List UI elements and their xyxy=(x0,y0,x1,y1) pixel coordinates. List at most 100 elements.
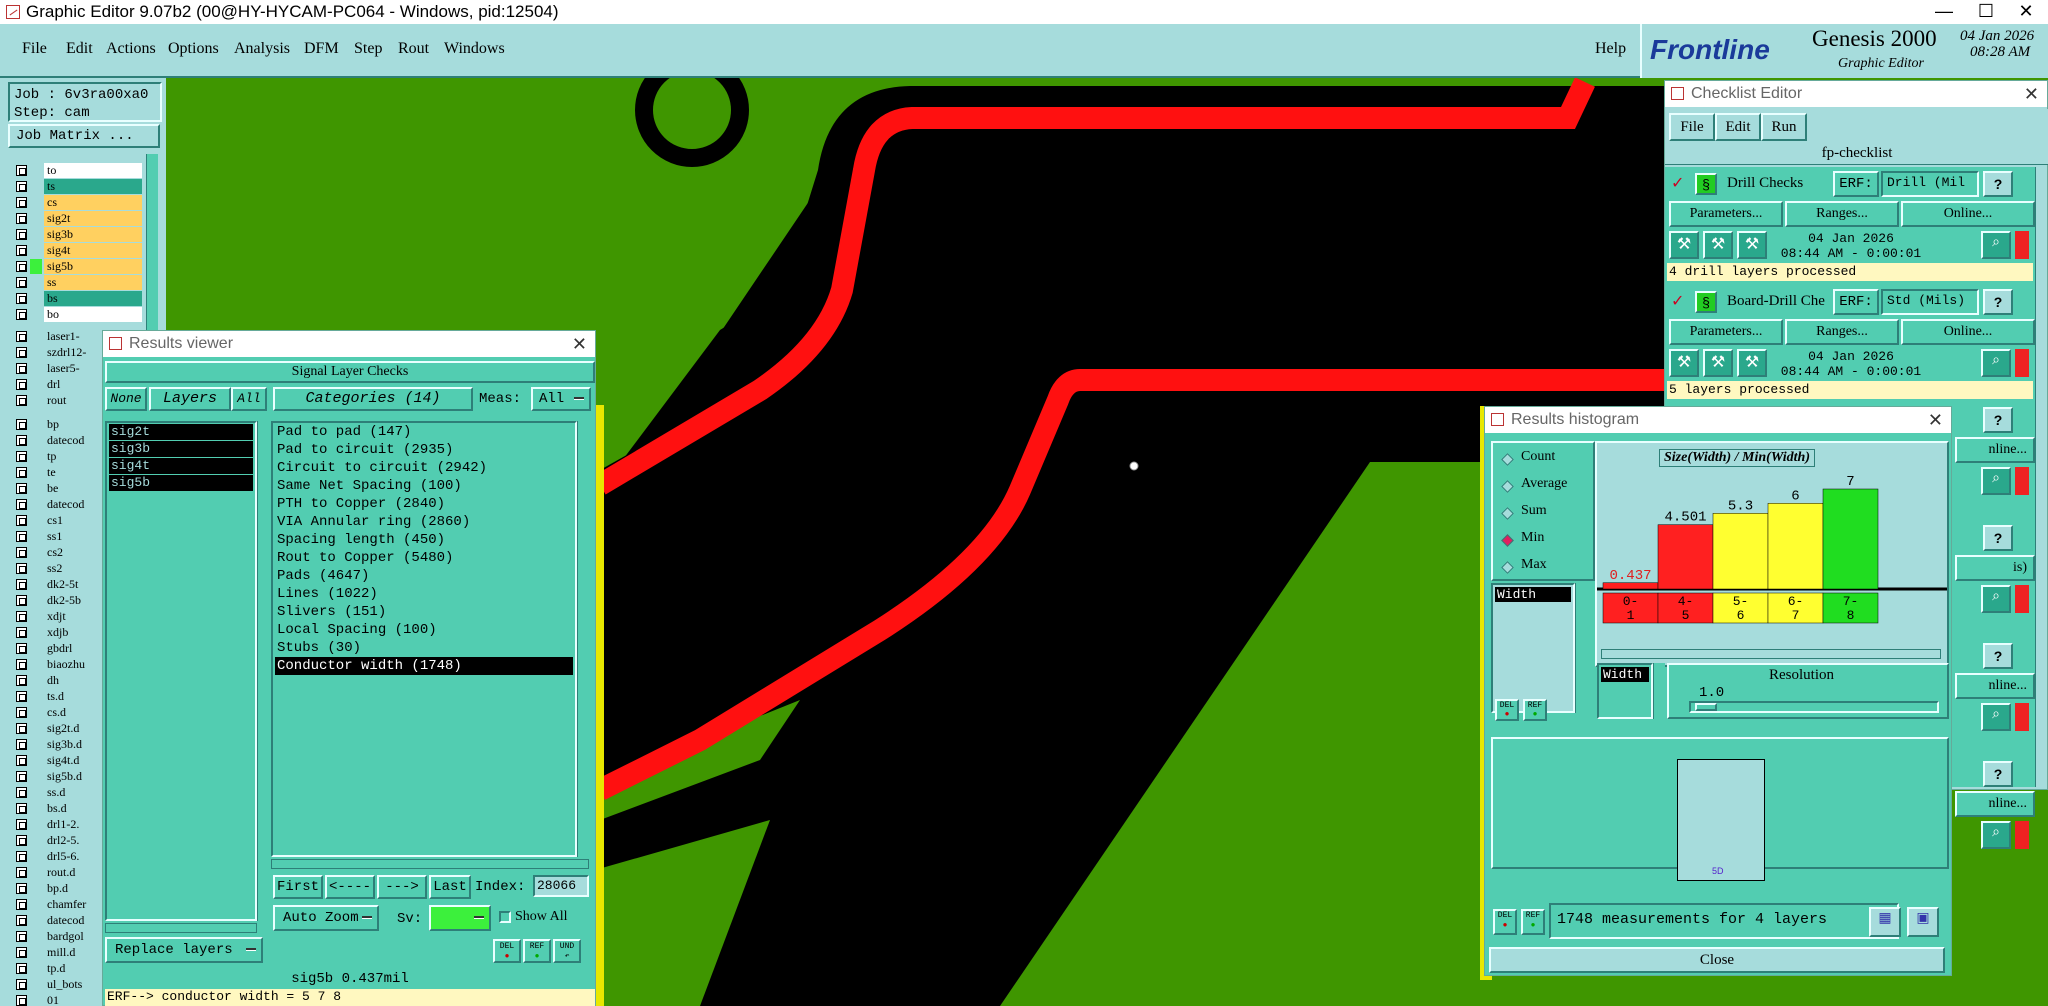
layer-checkbox[interactable] xyxy=(16,419,27,430)
layer-checkbox[interactable] xyxy=(16,819,27,830)
menu-help[interactable]: Help xyxy=(1595,40,1626,58)
histogram-bar[interactable] xyxy=(1657,524,1714,590)
histogram-close-button[interactable]: Close xyxy=(1489,947,1945,973)
erf-field[interactable]: Std (Mils) xyxy=(1881,289,1979,315)
ranges-button[interactable]: Ranges... xyxy=(1785,319,1899,345)
menu-rout[interactable]: Rout xyxy=(398,40,429,58)
layer-checkbox[interactable] xyxy=(16,867,27,878)
zoom-results-button[interactable]: ⌕ xyxy=(1981,821,2011,849)
menu-actions[interactable]: Actions xyxy=(106,40,156,58)
layer-checkbox[interactable] xyxy=(16,947,27,958)
layer-checkbox[interactable] xyxy=(16,611,27,622)
menu-step[interactable]: Step xyxy=(354,40,382,58)
layer-row[interactable]: sig2t xyxy=(12,211,142,226)
layer-row[interactable]: sig3b xyxy=(12,227,142,242)
layer-row[interactable]: ts xyxy=(12,179,142,194)
meas-dropdown[interactable]: All xyxy=(531,387,591,411)
layer-checkbox[interactable] xyxy=(16,787,27,798)
layers-list-scrollbar[interactable] xyxy=(257,421,269,921)
field-scrollbar[interactable] xyxy=(1575,583,1589,713)
layer-row[interactable]: ss xyxy=(12,275,142,290)
category-item[interactable]: Pad to circuit (2935) xyxy=(275,441,573,459)
run-check-button[interactable]: ⚒ xyxy=(1669,231,1699,259)
layer-affected-indicator[interactable] xyxy=(30,179,42,194)
zoom-fit-button[interactable]: ▦ xyxy=(1869,907,1901,937)
layer-affected-indicator[interactable] xyxy=(30,545,42,560)
aggregate-option[interactable]: Average xyxy=(1501,476,1595,496)
radio-diamond-icon[interactable] xyxy=(1501,480,1514,493)
zoom-results-button[interactable]: ⌕ xyxy=(1981,467,2011,495)
close-icon[interactable]: ✕ xyxy=(1928,407,1943,433)
layer-row[interactable]: to xyxy=(12,163,142,178)
preview-del-button[interactable]: DEL ● xyxy=(1493,909,1517,935)
layer-checkbox[interactable] xyxy=(16,691,27,702)
category-item[interactable]: Pads (4647) xyxy=(275,567,573,585)
layer-affected-indicator[interactable] xyxy=(30,641,42,656)
field-list[interactable]: Width xyxy=(1491,583,1575,713)
checklist-editor-title-bar[interactable]: Checklist Editor ✕ xyxy=(1665,81,2047,107)
histogram-ref-button[interactable]: REF ● xyxy=(1523,699,1547,721)
check-mark-icon[interactable]: ✓ xyxy=(1671,291,1684,311)
layer-affected-indicator[interactable] xyxy=(30,913,42,928)
layers-tab[interactable]: Layers xyxy=(149,387,231,411)
all-tab[interactable]: All xyxy=(231,387,267,411)
run-selected-button[interactable]: ⚒ xyxy=(1703,231,1733,259)
online-button[interactable]: Online... xyxy=(1901,319,2035,345)
layer-affected-indicator[interactable] xyxy=(30,227,42,242)
help-icon[interactable]: ? xyxy=(1983,761,2013,787)
replace-layers-dropdown[interactable]: Replace layers xyxy=(105,937,263,963)
close-icon[interactable]: ✕ xyxy=(2006,0,2046,22)
show-all-checkbox[interactable] xyxy=(499,911,511,923)
layer-checkbox[interactable] xyxy=(16,915,27,926)
layer-affected-indicator[interactable] xyxy=(30,561,42,576)
sv-color-dropdown[interactable] xyxy=(429,905,491,931)
layer-row[interactable]: sig4t xyxy=(12,243,142,258)
layer-affected-indicator[interactable] xyxy=(30,307,42,322)
histogram-bar[interactable] xyxy=(1712,513,1769,590)
results-viewer-title-bar[interactable]: Results viewer ✕ xyxy=(103,331,595,357)
checklist-menu-edit[interactable]: Edit xyxy=(1715,113,1761,141)
layer-checkbox[interactable] xyxy=(16,499,27,510)
layer-checkbox[interactable] xyxy=(16,229,27,240)
layer-checkbox[interactable] xyxy=(16,643,27,654)
none-button[interactable]: None xyxy=(105,387,147,411)
layer-checkbox[interactable] xyxy=(16,851,27,862)
layer-affected-indicator[interactable] xyxy=(30,433,42,448)
layer-affected-indicator[interactable] xyxy=(30,609,42,624)
undo-button[interactable]: UND ↶ xyxy=(553,939,581,963)
layer-affected-indicator[interactable] xyxy=(30,377,42,392)
run-check-button[interactable]: ⚒ xyxy=(1669,349,1699,377)
category-item[interactable]: Lines (1022) xyxy=(275,585,573,603)
layer-checkbox[interactable] xyxy=(16,331,27,342)
run-all-button[interactable]: ⚒ xyxy=(1737,349,1767,377)
layer-checkbox[interactable] xyxy=(16,627,27,638)
index-input[interactable]: 28066 xyxy=(533,875,589,897)
layer-checkbox[interactable] xyxy=(16,293,27,304)
help-icon[interactable]: ? xyxy=(1983,643,2013,669)
layer-checkbox[interactable] xyxy=(16,995,27,1006)
layer-checkbox[interactable] xyxy=(16,309,27,320)
layer-checkbox[interactable] xyxy=(16,979,27,990)
layer-affected-indicator[interactable] xyxy=(30,361,42,376)
help-icon[interactable]: ? xyxy=(1983,407,2013,433)
layer-affected-indicator[interactable] xyxy=(30,881,42,896)
layer-checkbox[interactable] xyxy=(16,515,27,526)
layer-affected-indicator[interactable] xyxy=(30,977,42,992)
layer-checkbox[interactable] xyxy=(16,803,27,814)
category-item[interactable]: Rout to Copper (5480) xyxy=(275,549,573,567)
window-title-bar[interactable]: Graphic Editor 9.07b2 (00@HY-HYCAM-PC064… xyxy=(0,0,2048,24)
layer-checkbox[interactable] xyxy=(16,245,27,256)
ref-button[interactable]: REF ● xyxy=(523,939,551,963)
layer-affected-indicator[interactable] xyxy=(30,849,42,864)
layer-checkbox[interactable] xyxy=(16,213,27,224)
maximize-icon[interactable]: ☐ xyxy=(1966,0,2006,22)
menu-options[interactable]: Options xyxy=(168,40,219,58)
layer-affected-indicator[interactable] xyxy=(30,593,42,608)
layer-affected-indicator[interactable] xyxy=(30,329,42,344)
layer-affected-indicator[interactable] xyxy=(30,211,42,226)
menu-file[interactable]: File xyxy=(22,40,47,58)
layer-affected-indicator[interactable] xyxy=(30,275,42,290)
zoom-results-button[interactable]: ⌕ xyxy=(1981,703,2011,731)
zoom-results-button[interactable]: ⌕ xyxy=(1981,231,2011,259)
layer-checkbox[interactable] xyxy=(16,277,27,288)
